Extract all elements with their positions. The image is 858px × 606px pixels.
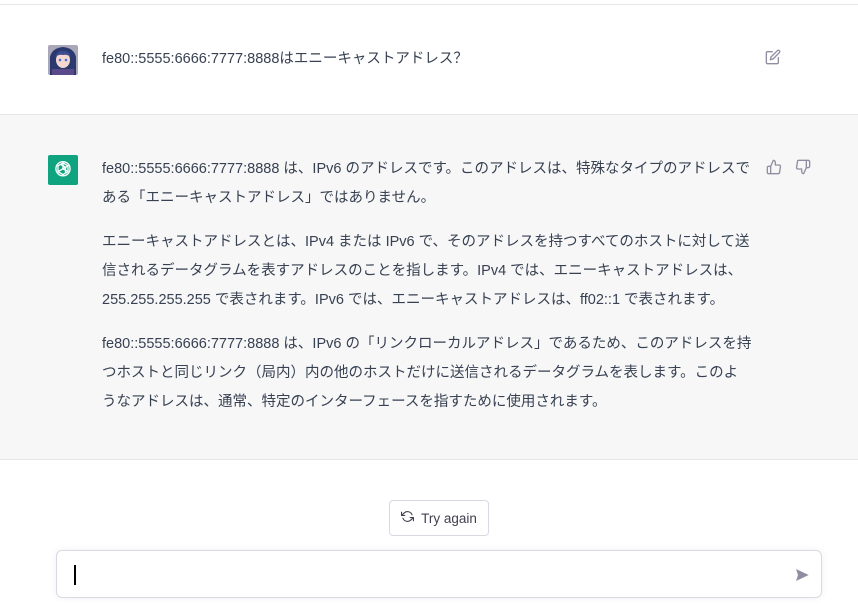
answer-paragraph-1: fe80::5555:6666:7777:8888 は、IPv6 のアドレスです… [102, 161, 751, 206]
try-again-label: Try again [421, 510, 477, 526]
user-avatar [48, 45, 78, 75]
thumbs-down-icon[interactable] [795, 159, 811, 175]
assistant-answer: fe80::5555:6666:7777:8888 は、IPv6 のアドレスです… [102, 155, 752, 432]
answer-paragraph-3: fe80::5555:6666:7777:8888 は、IPv6 の「リンクロー… [102, 336, 752, 410]
chatgpt-logo-icon [48, 155, 78, 185]
user-message-text: fe80::5555:6666:7777:8888はエニーキャストアドレス？ [102, 51, 468, 67]
edit-icon[interactable] [765, 49, 783, 67]
answer-paragraph-2: エニーキャストアドレスとは、IPv4 または IPv6 で、そのアドレスを持つす… [102, 234, 750, 308]
try-again-button[interactable]: Try again [389, 500, 489, 536]
send-icon[interactable] [794, 567, 810, 583]
user-message-row: fe80::5555:6666:7777:8888はエニーキャストアドレス？ [0, 5, 858, 115]
refresh-icon [401, 510, 415, 526]
assistant-message-row: fe80::5555:6666:7777:8888 は、IPv6 のアドレスです… [0, 115, 858, 460]
text-caret [74, 565, 76, 585]
message-composer[interactable] [56, 550, 822, 598]
message-input[interactable] [71, 563, 775, 591]
thumbs-up-icon[interactable] [766, 159, 782, 175]
